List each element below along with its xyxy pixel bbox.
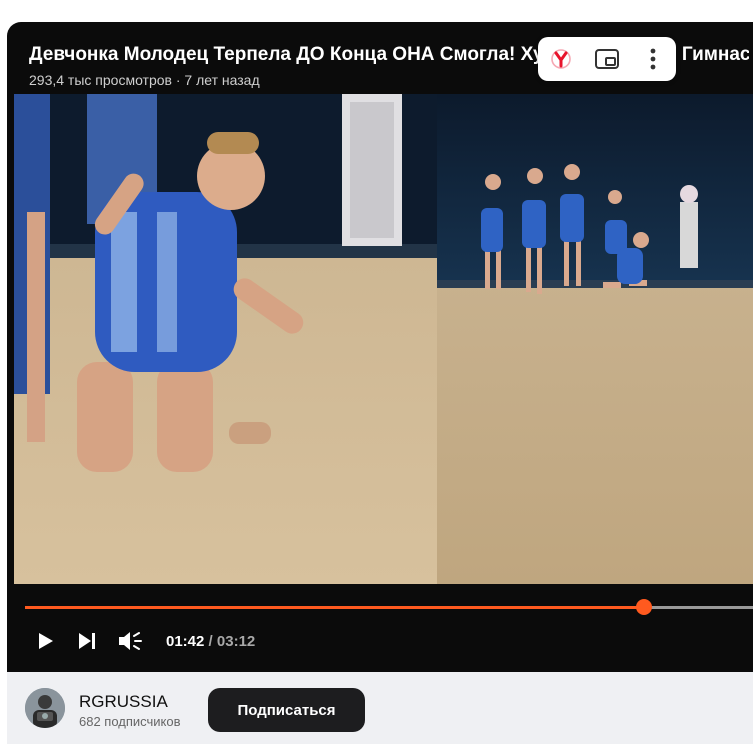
progress-fill	[25, 606, 644, 609]
duration: 03:12	[216, 633, 256, 650]
channel-name[interactable]: RGRUSSIA	[79, 692, 168, 712]
volume-icon[interactable]	[117, 628, 145, 654]
time-display: 01:42 / 03:12	[166, 633, 255, 650]
avatar[interactable]	[25, 688, 65, 728]
picture-in-picture-icon[interactable]	[592, 44, 622, 74]
video-player[interactable]: Девчонка Молодец Терпела ДО Конца ОНА См…	[7, 22, 753, 672]
time-separator: /	[204, 633, 217, 650]
yandex-browser-icon[interactable]	[546, 44, 576, 74]
subscribe-button[interactable]: Подписаться	[208, 688, 365, 732]
subscriber-count: 682 подписчиков	[79, 714, 181, 729]
channel-bar: RGRUSSIA 682 подписчиков Подписаться	[7, 672, 753, 744]
more-vertical-icon[interactable]	[638, 44, 668, 74]
skip-next-icon[interactable]	[73, 628, 101, 654]
video-frame[interactable]	[7, 22, 753, 672]
progress-bar[interactable]	[25, 599, 753, 615]
progress-handle[interactable]	[635, 599, 652, 615]
overlay-toolbar	[538, 37, 676, 81]
current-time: 01:42	[166, 633, 205, 650]
video-meta: 293,4 тыс просмотров · 7 лет назад	[29, 72, 260, 88]
play-icon[interactable]	[31, 628, 59, 654]
